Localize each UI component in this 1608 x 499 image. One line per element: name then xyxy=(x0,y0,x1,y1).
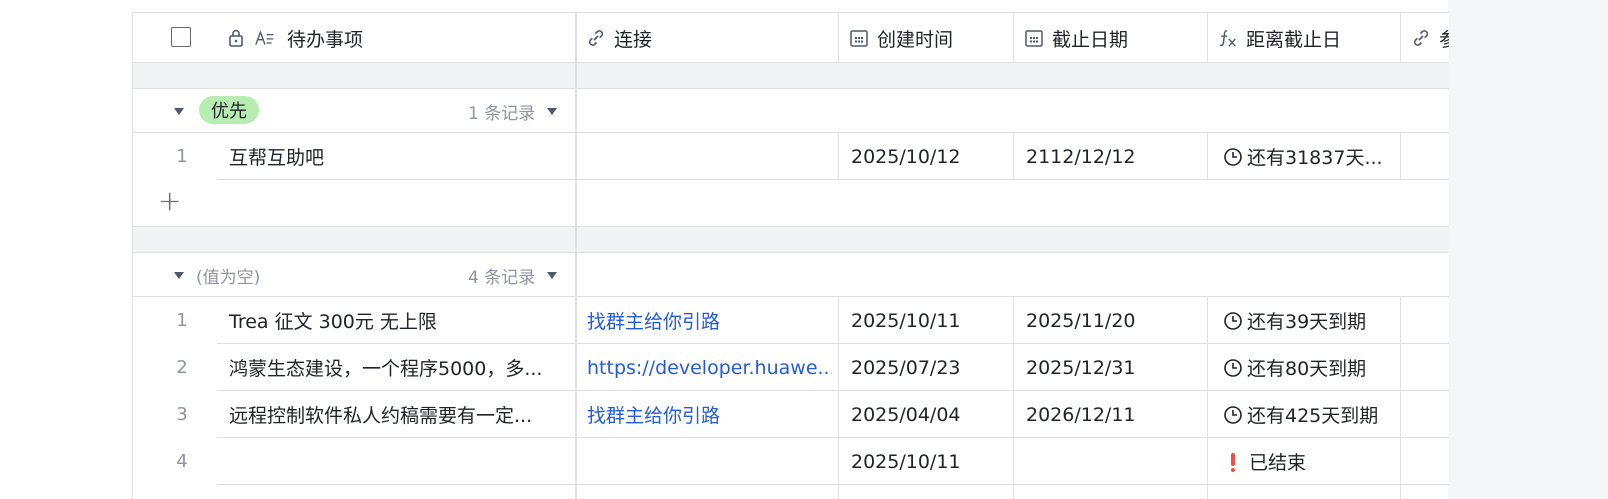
days-left-text: 还有39天到期 xyxy=(1247,311,1367,333)
count-dropdown-icon[interactable] xyxy=(547,272,557,279)
clock-icon xyxy=(1224,311,1242,330)
collapse-triangle-icon[interactable] xyxy=(174,272,184,279)
row-number: 2 xyxy=(176,357,188,378)
link-icon xyxy=(586,28,606,48)
group-header-priority[interactable]: 优先 1 条记录 xyxy=(133,89,1449,133)
count-dropdown-icon[interactable] xyxy=(547,108,557,115)
todo-cell[interactable] xyxy=(229,438,569,485)
column-divider xyxy=(1400,133,1401,180)
todo-cell[interactable]: Trea 征文 300元 无上限 xyxy=(229,297,569,344)
plus-icon[interactable]: + xyxy=(158,184,181,217)
table-row[interactable]: 1 互帮互助吧 2025/10/12 2112/12/12 还有31837天..… xyxy=(133,133,1449,180)
days-left-cell[interactable]: 还有39天到期 xyxy=(1223,297,1399,344)
column-divider xyxy=(1207,297,1208,499)
due-cell[interactable] xyxy=(1026,438,1201,485)
todo-cell[interactable]: 远程控制软件私人约稿需要有一定... xyxy=(229,391,569,438)
group-tag: 优先 xyxy=(199,96,259,124)
side-panel-background xyxy=(1448,0,1608,499)
row-number: 3 xyxy=(176,404,188,425)
group-header-empty[interactable]: (值为空) 4 条记录 xyxy=(133,253,1449,297)
column-label: 距离截止日 xyxy=(1246,28,1342,51)
created-cell[interactable]: 2025/10/11 xyxy=(851,297,1011,344)
column-label: 参 xyxy=(1439,25,1449,52)
collapse-triangle-icon[interactable] xyxy=(174,108,184,115)
column-divider xyxy=(1207,133,1208,180)
row-number: 1 xyxy=(176,146,188,167)
data-grid: 待办事项 连接 创建时间 截止日期 距离截止日 优先 1 条记录 1 互帮互助吧… xyxy=(132,12,1449,499)
days-left-cell[interactable]: 还有31837天... xyxy=(1223,133,1399,180)
row-number: 4 xyxy=(176,451,188,472)
row-number: 1 xyxy=(176,310,188,331)
link-cell[interactable] xyxy=(587,438,832,485)
link-cell[interactable]: 找群主给你引路 xyxy=(587,297,832,344)
link-icon xyxy=(1411,28,1431,48)
column-header-ref[interactable]: 参 xyxy=(1401,13,1449,63)
select-all-checkbox[interactable] xyxy=(171,27,191,47)
frozen-column-divider[interactable] xyxy=(575,12,577,499)
group-spacer xyxy=(133,63,1449,89)
days-left-text: 还有31837天... xyxy=(1247,147,1383,169)
link-cell[interactable]: 找群主给你引路 xyxy=(587,391,832,438)
column-header-due[interactable]: 截止日期 xyxy=(1014,13,1208,63)
days-left-cell[interactable]: 已结束 xyxy=(1223,438,1399,485)
lock-icon xyxy=(226,28,246,48)
days-left-cell[interactable]: 还有80天到期 xyxy=(1223,344,1399,391)
days-left-text: 还有80天到期 xyxy=(1247,358,1367,380)
todo-cell[interactable]: 互帮互助吧 xyxy=(229,133,569,180)
calendar-icon xyxy=(849,28,869,48)
column-header-link[interactable]: 连接 xyxy=(576,13,839,63)
table-row[interactable]: 1 Trea 征文 300元 无上限 找群主给你引路 2025/10/11 20… xyxy=(133,297,1449,344)
days-left-cell[interactable]: 还有425天到期 xyxy=(1223,391,1399,438)
column-label: 连接 xyxy=(614,28,653,51)
column-header-todo[interactable]: 待办事项 xyxy=(133,13,576,63)
table-row[interactable]: 3 远程控制软件私人约稿需要有一定... 找群主给你引路 2025/04/04 … xyxy=(133,391,1449,438)
grid-header: 待办事项 连接 创建时间 截止日期 距离截止日 xyxy=(133,12,1449,63)
record-count: 1 条记录 xyxy=(468,104,536,124)
column-header-days-left[interactable]: 距离截止日 xyxy=(1208,13,1401,63)
link-cell[interactable] xyxy=(587,133,832,180)
column-label: 截止日期 xyxy=(1052,28,1129,51)
due-cell[interactable]: 2025/12/31 xyxy=(1026,344,1201,391)
clock-icon xyxy=(1224,147,1242,166)
created-cell[interactable]: 2025/07/23 xyxy=(851,344,1011,391)
formula-icon xyxy=(1218,28,1238,48)
clock-icon xyxy=(1224,405,1242,424)
record-count: 4 条记录 xyxy=(468,268,536,288)
created-cell[interactable]: 2025/10/12 xyxy=(851,133,1011,180)
todo-cell[interactable]: 鸿蒙生态建设，一个程序5000，多... xyxy=(229,344,569,391)
clock-icon xyxy=(1224,358,1242,377)
days-left-text: 已结束 xyxy=(1249,452,1307,474)
column-divider xyxy=(1400,297,1401,499)
column-divider xyxy=(838,297,839,499)
text-field-icon xyxy=(255,28,275,48)
column-header-created[interactable]: 创建时间 xyxy=(839,13,1014,63)
calendar-icon xyxy=(1024,28,1044,48)
exclamation-icon xyxy=(1231,452,1235,472)
created-cell[interactable]: 2025/04/04 xyxy=(851,391,1011,438)
days-left-text: 还有425天到期 xyxy=(1247,405,1379,427)
created-cell[interactable]: 2025/10/11 xyxy=(851,438,1011,485)
due-cell[interactable]: 2026/12/11 xyxy=(1026,391,1201,438)
due-cell[interactable]: 2025/11/20 xyxy=(1026,297,1201,344)
add-record-row[interactable]: + xyxy=(133,180,1449,227)
column-divider xyxy=(1013,133,1014,180)
column-label: 待办事项 xyxy=(287,29,364,51)
table-row[interactable]: 2 鸿蒙生态建设，一个程序5000，多... https://developer… xyxy=(133,344,1449,391)
column-divider xyxy=(1013,297,1014,499)
group-tag: (值为空) xyxy=(196,268,261,288)
link-cell[interactable]: https://developer.huawe... xyxy=(587,344,832,391)
column-divider xyxy=(838,133,839,180)
column-label: 创建时间 xyxy=(877,28,954,51)
due-cell[interactable]: 2112/12/12 xyxy=(1026,133,1201,180)
group-spacer xyxy=(133,227,1449,253)
table-row[interactable]: 4 2025/10/11 已结束 xyxy=(133,438,1449,485)
